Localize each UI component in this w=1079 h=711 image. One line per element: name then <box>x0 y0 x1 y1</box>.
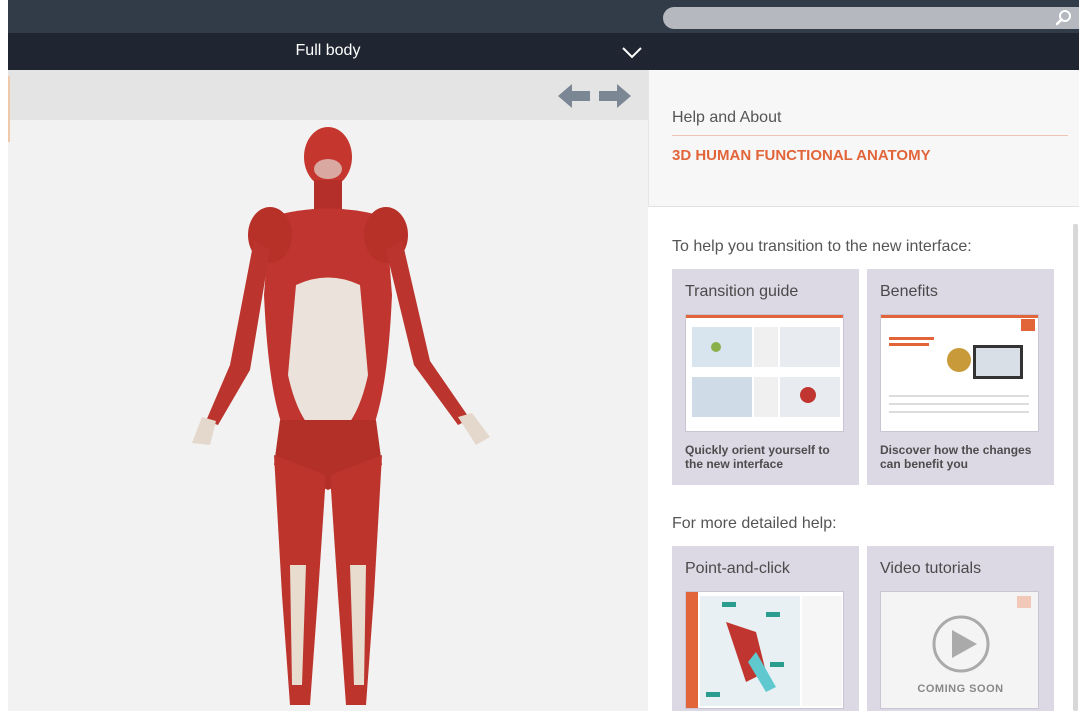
about-title: Help and About <box>672 109 782 126</box>
view-selector-label: Full body <box>295 42 361 59</box>
card-video-tutorials[interactable]: Video tutorials COMING SOON <box>867 546 1054 711</box>
benefits-thumbnail <box>880 314 1039 432</box>
card-description: Quickly orient yourself to the new inter… <box>685 443 830 471</box>
transition-guide-thumbnail <box>685 314 844 432</box>
card-title: Benefits <box>880 283 938 300</box>
anatomy-body-model[interactable] <box>178 125 508 711</box>
point-and-click-thumbnail <box>685 591 844 709</box>
about-divider <box>672 135 1068 136</box>
coming-soon-label: COMING SOON <box>917 683 1004 695</box>
viewer-toolbar <box>8 70 648 120</box>
card-transition-guide[interactable]: Transition guide Quickly orient yourself… <box>672 269 859 485</box>
card-title: Transition guide <box>685 283 799 300</box>
viewer-accent <box>8 76 10 142</box>
scrollbar-thumb[interactable] <box>1073 224 1078 711</box>
video-tutorials-thumbnail: COMING SOON <box>880 591 1039 709</box>
forward-arrow-icon[interactable] <box>597 82 633 110</box>
card-point-and-click[interactable]: Point-and-click <box>672 546 859 711</box>
card-description: Discover how the changes can benefit you <box>880 443 1032 471</box>
card-title: Point-and-click <box>685 560 790 577</box>
chevron-down-icon[interactable] <box>620 43 644 61</box>
card-benefits[interactable]: Benefits Discover how the changes can be… <box>867 269 1054 485</box>
view-selector-dropdown[interactable]: Full body <box>8 33 648 70</box>
help-scrollbar[interactable] <box>1071 212 1079 711</box>
about-panel: Help and About 3D HUMAN FUNCTIONAL ANATO… <box>648 70 1079 206</box>
app-window: Full body Help and About 3D HUMAN FUNCTI… <box>0 0 1079 711</box>
help-panel: To help you transition to the new interf… <box>648 207 1079 711</box>
header-right <box>648 33 1079 70</box>
product-link[interactable]: 3D HUMAN FUNCTIONAL ANATOMY <box>672 147 931 164</box>
3d-model-viewer[interactable] <box>8 70 648 711</box>
transition-heading: To help you transition to the new interf… <box>672 238 972 255</box>
back-arrow-icon[interactable] <box>556 82 592 110</box>
detailed-help-heading: For more detailed help: <box>672 515 837 532</box>
search-input[interactable] <box>663 7 1079 29</box>
card-title: Video tutorials <box>880 560 982 577</box>
left-edge <box>0 0 8 711</box>
search-icon[interactable] <box>1055 9 1073 27</box>
